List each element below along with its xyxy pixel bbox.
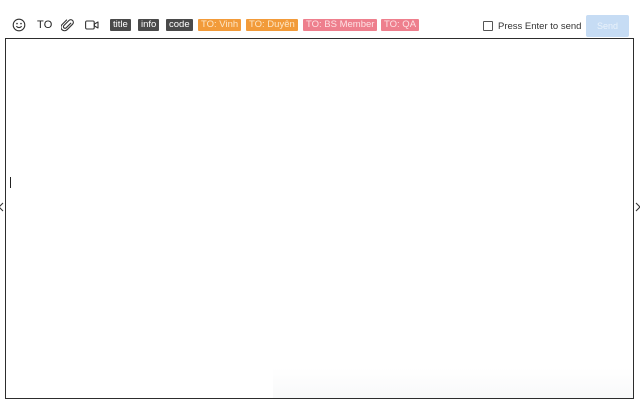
to-button[interactable]: TO bbox=[37, 10, 52, 40]
tag-to-vinh[interactable]: TO: Vinh bbox=[198, 19, 242, 31]
input-shadow bbox=[273, 368, 633, 398]
text-caret bbox=[10, 177, 11, 188]
press-enter-label: Press Enter to send bbox=[498, 20, 582, 32]
chevron-right-icon[interactable] bbox=[635, 199, 640, 212]
press-enter-checkbox[interactable] bbox=[483, 21, 493, 31]
tag-info[interactable]: info bbox=[138, 19, 160, 31]
tag-code[interactable]: code bbox=[166, 19, 193, 31]
press-enter-option[interactable]: Press Enter to send bbox=[483, 19, 581, 33]
send-button[interactable]: Send bbox=[586, 15, 629, 37]
tag-to-qa[interactable]: TO: QA bbox=[381, 19, 420, 31]
chat-toolbar: TO title info code TO: Vinh TO: Duyên TO… bbox=[0, 10, 640, 40]
tag-title[interactable]: title bbox=[110, 19, 131, 31]
tag-to-bs-member[interactable]: TO: BS Member bbox=[303, 19, 378, 31]
video-camera-icon[interactable] bbox=[85, 10, 99, 40]
chevron-left-icon[interactable] bbox=[0, 199, 4, 212]
paperclip-icon[interactable] bbox=[61, 10, 74, 40]
tag-to-duyen[interactable]: TO: Duyên bbox=[246, 19, 298, 31]
smile-icon[interactable] bbox=[12, 10, 26, 40]
message-input[interactable] bbox=[5, 38, 634, 399]
